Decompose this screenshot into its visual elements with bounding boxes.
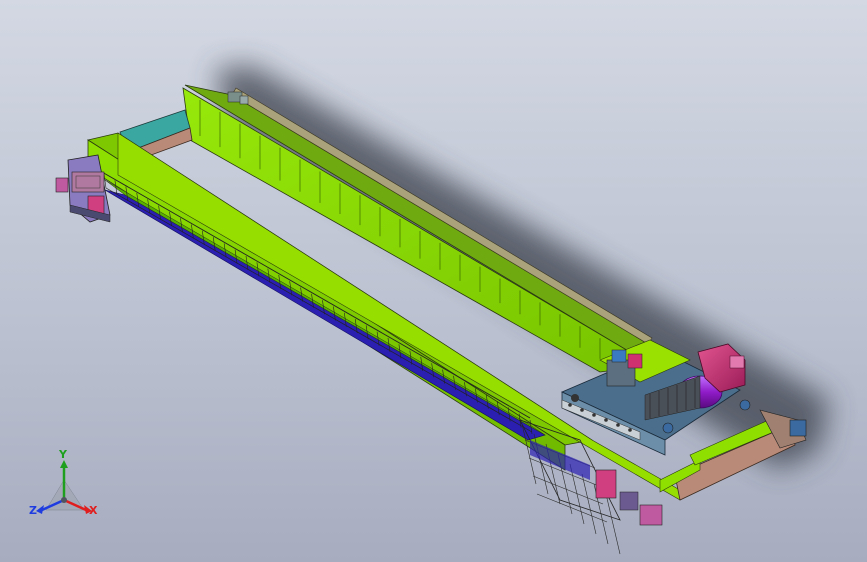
axis-y-label: Y [59, 448, 67, 461]
bolt-hole [604, 418, 608, 422]
structural-line [532, 475, 604, 505]
structural-line [581, 473, 597, 535]
bolt-hole [568, 403, 572, 407]
structural-line [605, 493, 621, 555]
axis-x-label: X [89, 504, 98, 517]
coordinate-triad[interactable] [36, 460, 92, 514]
3d-graphics-viewport[interactable]: Y X Z [0, 0, 867, 562]
bolt-hole [616, 423, 620, 427]
bolt-hole [580, 408, 584, 412]
bolt-hole [628, 428, 632, 432]
bolt-hole [592, 413, 596, 417]
axis-z-label: Z [29, 504, 37, 517]
crane-model[interactable] [0, 0, 867, 562]
